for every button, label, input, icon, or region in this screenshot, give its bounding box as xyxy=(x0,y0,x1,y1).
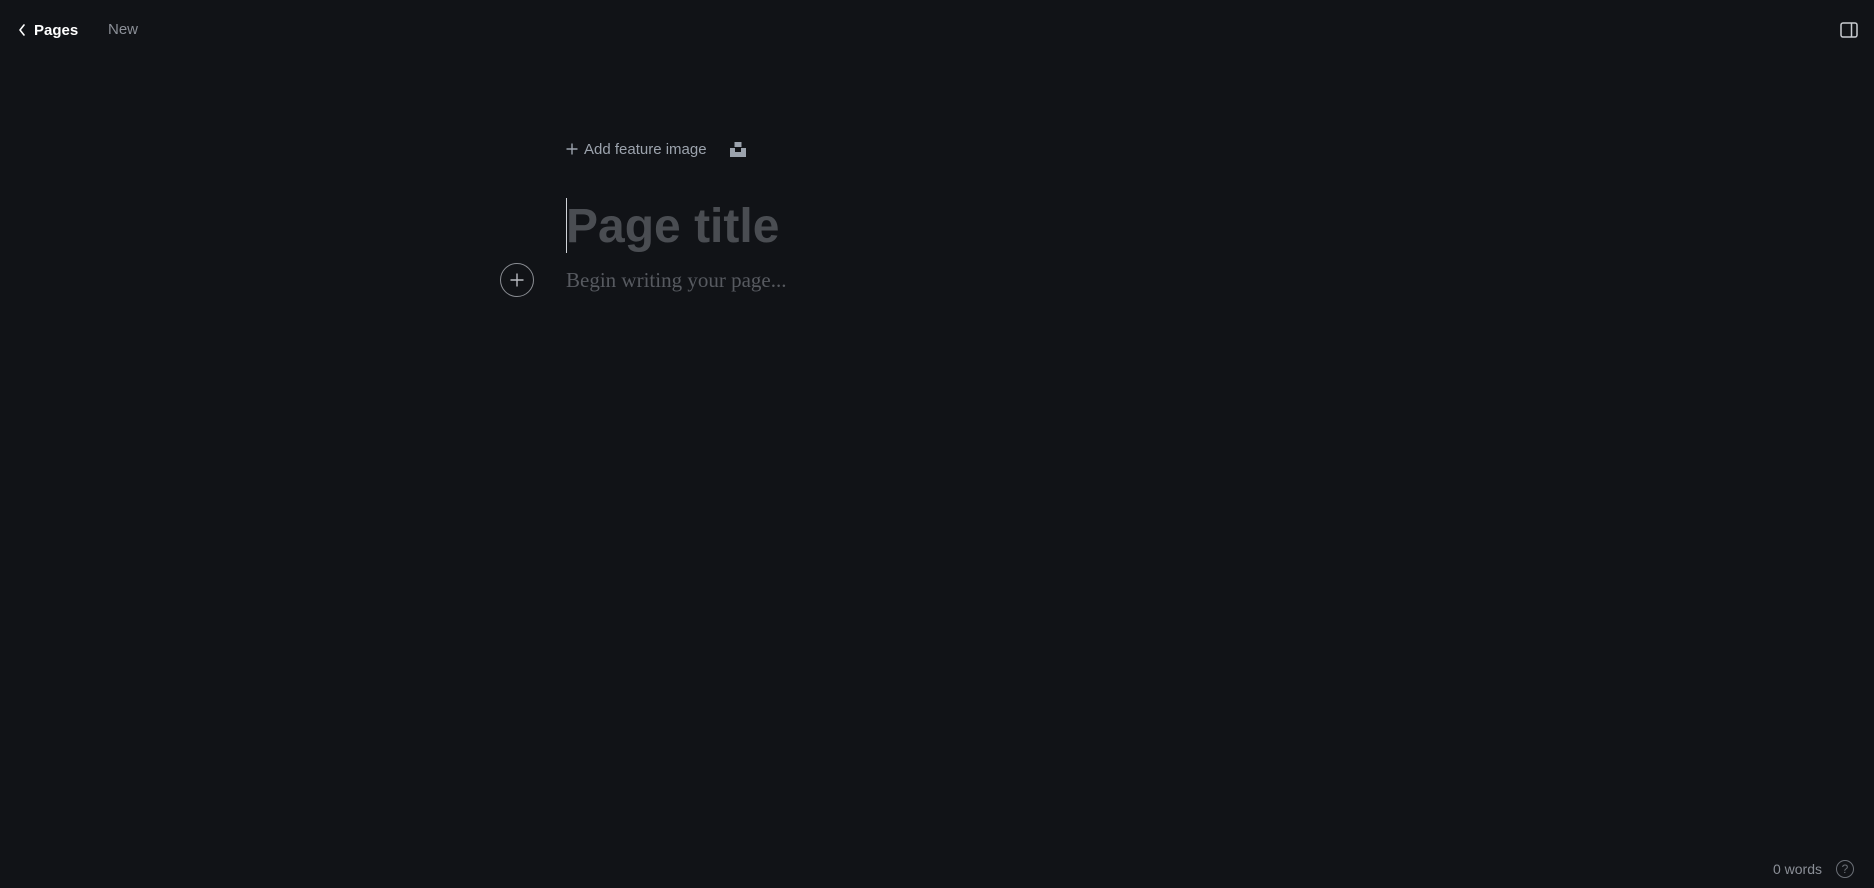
add-card-button[interactable] xyxy=(500,263,534,297)
sidebar-panel-icon[interactable] xyxy=(1840,21,1858,39)
editor-topbar: Pages New xyxy=(0,0,1874,60)
back-to-pages-link[interactable]: Pages xyxy=(18,20,78,40)
post-status: New xyxy=(108,21,139,38)
add-feature-image-label: Add feature image xyxy=(584,140,707,158)
plus-icon xyxy=(566,143,578,155)
back-link-label: Pages xyxy=(34,21,79,39)
add-feature-image-button[interactable]: Add feature image xyxy=(566,141,707,158)
feature-image-row: Add feature image xyxy=(566,137,747,161)
text-cursor xyxy=(566,198,567,253)
question-circle-icon[interactable]: ? xyxy=(1836,860,1854,878)
page-title-input[interactable] xyxy=(566,194,1326,258)
unsplash-icon[interactable] xyxy=(729,140,747,158)
plus-circle-icon xyxy=(510,273,524,287)
page-body-editor[interactable]: Begin writing your page... xyxy=(566,268,786,293)
chevron-left-icon xyxy=(19,24,25,36)
word-count: 0 words xyxy=(1772,861,1822,877)
